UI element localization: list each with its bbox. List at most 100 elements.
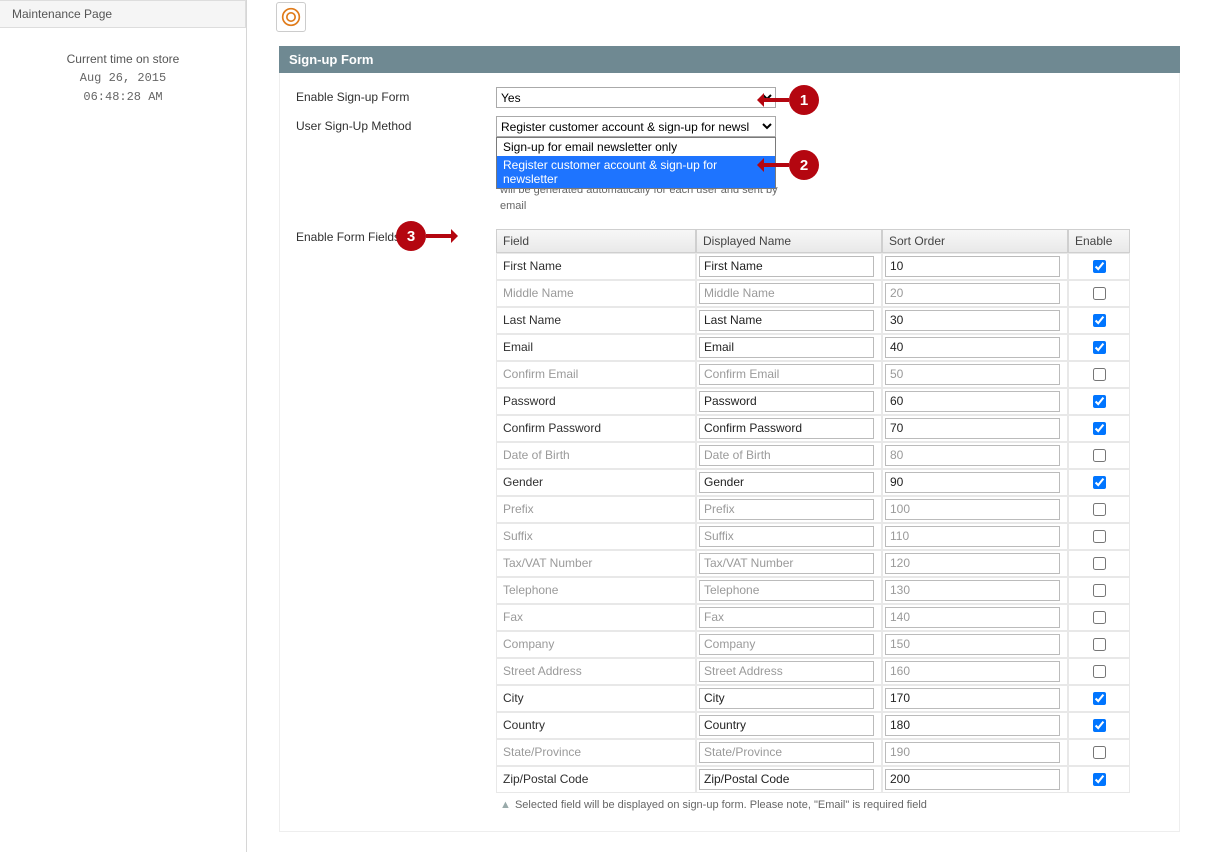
sort-order-input[interactable] xyxy=(885,742,1060,763)
displayed-name-input[interactable] xyxy=(699,742,874,763)
sort-order-input[interactable] xyxy=(885,580,1060,601)
table-row: Prefix xyxy=(496,496,1130,523)
table-row: Company xyxy=(496,631,1130,658)
fields-table: Field Displayed Name Sort Order Enable F… xyxy=(496,229,1130,793)
displayed-name-input[interactable] xyxy=(699,634,874,655)
sort-order-input[interactable] xyxy=(885,499,1060,520)
enable-field-checkbox[interactable] xyxy=(1093,314,1106,327)
sort-order-input[interactable] xyxy=(885,769,1060,790)
time-date: Aug 26, 2015 xyxy=(0,69,246,88)
sort-order-input[interactable] xyxy=(885,634,1060,655)
displayed-name-input[interactable] xyxy=(699,256,874,277)
sort-order-input[interactable] xyxy=(885,607,1060,628)
sort-order-input[interactable] xyxy=(885,553,1060,574)
section-title: Sign-up Form xyxy=(279,46,1180,73)
table-row: Confirm Email xyxy=(496,361,1130,388)
sidebar-item-maintenance[interactable]: Maintenance Page xyxy=(0,0,246,28)
field-name-cell: Confirm Password xyxy=(496,415,696,442)
enable-field-checkbox[interactable] xyxy=(1093,611,1106,624)
signup-method-select[interactable]: Register customer account & sign-up for … xyxy=(496,116,776,137)
table-row: Suffix xyxy=(496,523,1130,550)
enable-field-checkbox[interactable] xyxy=(1093,395,1106,408)
enable-field-checkbox[interactable] xyxy=(1093,746,1106,759)
sort-order-input[interactable] xyxy=(885,418,1060,439)
enable-signup-select[interactable]: Yes xyxy=(496,87,776,108)
sort-order-input[interactable] xyxy=(885,391,1060,412)
form-area: Enable Sign-up Form Yes User Sign-Up Met… xyxy=(279,73,1180,832)
enable-field-checkbox[interactable] xyxy=(1093,449,1106,462)
table-row: State/Province xyxy=(496,739,1130,766)
enable-signup-label: Enable Sign-up Form xyxy=(296,87,496,104)
displayed-name-input[interactable] xyxy=(699,661,874,682)
enable-field-checkbox[interactable] xyxy=(1093,557,1106,570)
enable-field-checkbox[interactable] xyxy=(1093,665,1106,678)
field-name-cell: First Name xyxy=(496,253,696,280)
sort-order-input[interactable] xyxy=(885,526,1060,547)
signup-method-option-2[interactable]: Register customer account & sign-up for … xyxy=(497,156,775,188)
th-field: Field xyxy=(496,229,696,253)
table-row: City xyxy=(496,685,1130,712)
enable-field-checkbox[interactable] xyxy=(1093,422,1106,435)
annotation-badge-2: 2 xyxy=(789,150,819,180)
field-name-cell: City xyxy=(496,685,696,712)
field-name-cell: Confirm Email xyxy=(496,361,696,388)
sort-order-input[interactable] xyxy=(885,256,1060,277)
field-name-cell: Fax xyxy=(496,604,696,631)
table-row: Password xyxy=(496,388,1130,415)
triangle-icon: ▲ xyxy=(500,799,512,811)
sort-order-input[interactable] xyxy=(885,688,1060,709)
enable-field-checkbox[interactable] xyxy=(1093,368,1106,381)
fields-footnote: ▲ Selected field will be displayed on si… xyxy=(500,799,1130,811)
sort-order-input[interactable] xyxy=(885,283,1060,304)
sort-order-input[interactable] xyxy=(885,472,1060,493)
displayed-name-input[interactable] xyxy=(699,283,874,304)
enable-field-checkbox[interactable] xyxy=(1093,287,1106,300)
displayed-name-input[interactable] xyxy=(699,499,874,520)
enable-field-checkbox[interactable] xyxy=(1093,719,1106,732)
displayed-name-input[interactable] xyxy=(699,418,874,439)
displayed-name-input[interactable] xyxy=(699,391,874,412)
enable-field-checkbox[interactable] xyxy=(1093,476,1106,489)
displayed-name-input[interactable] xyxy=(699,472,874,493)
field-name-cell: Email xyxy=(496,334,696,361)
displayed-name-input[interactable] xyxy=(699,769,874,790)
enable-field-checkbox[interactable] xyxy=(1093,638,1106,651)
displayed-name-input[interactable] xyxy=(699,607,874,628)
field-name-cell: Tax/VAT Number xyxy=(496,550,696,577)
displayed-name-input[interactable] xyxy=(699,553,874,574)
annotation-arrow-1 xyxy=(759,98,789,102)
enable-field-checkbox[interactable] xyxy=(1093,260,1106,273)
field-name-cell: Zip/Postal Code xyxy=(496,766,696,793)
enable-field-checkbox[interactable] xyxy=(1093,584,1106,597)
displayed-name-input[interactable] xyxy=(699,688,874,709)
th-enable: Enable xyxy=(1068,229,1130,253)
sort-order-input[interactable] xyxy=(885,661,1060,682)
th-sort-order: Sort Order xyxy=(882,229,1068,253)
enable-field-checkbox[interactable] xyxy=(1093,692,1106,705)
displayed-name-input[interactable] xyxy=(699,715,874,736)
th-displayed-name: Displayed Name xyxy=(696,229,882,253)
displayed-name-input[interactable] xyxy=(699,526,874,547)
annotation-badge-3: 3 xyxy=(396,221,426,251)
enable-field-checkbox[interactable] xyxy=(1093,341,1106,354)
enable-field-checkbox[interactable] xyxy=(1093,773,1106,786)
sort-order-input[interactable] xyxy=(885,310,1060,331)
sort-order-input[interactable] xyxy=(885,337,1060,358)
table-row: Middle Name xyxy=(496,280,1130,307)
sort-order-input[interactable] xyxy=(885,364,1060,385)
sort-order-input[interactable] xyxy=(885,715,1060,736)
table-row: Fax xyxy=(496,604,1130,631)
enable-field-checkbox[interactable] xyxy=(1093,530,1106,543)
displayed-name-input[interactable] xyxy=(699,337,874,358)
enable-field-checkbox[interactable] xyxy=(1093,503,1106,516)
displayed-name-input[interactable] xyxy=(699,310,874,331)
signup-method-dropdown: Sign-up for email newsletter only Regist… xyxy=(496,137,776,189)
displayed-name-input[interactable] xyxy=(699,364,874,385)
displayed-name-input[interactable] xyxy=(699,445,874,466)
displayed-name-input[interactable] xyxy=(699,580,874,601)
time-label: Current time on store xyxy=(0,50,246,69)
annotation-arrow-2 xyxy=(759,163,789,167)
field-name-cell: Country xyxy=(496,712,696,739)
sort-order-input[interactable] xyxy=(885,445,1060,466)
signup-method-option-1[interactable]: Sign-up for email newsletter only xyxy=(497,138,775,156)
